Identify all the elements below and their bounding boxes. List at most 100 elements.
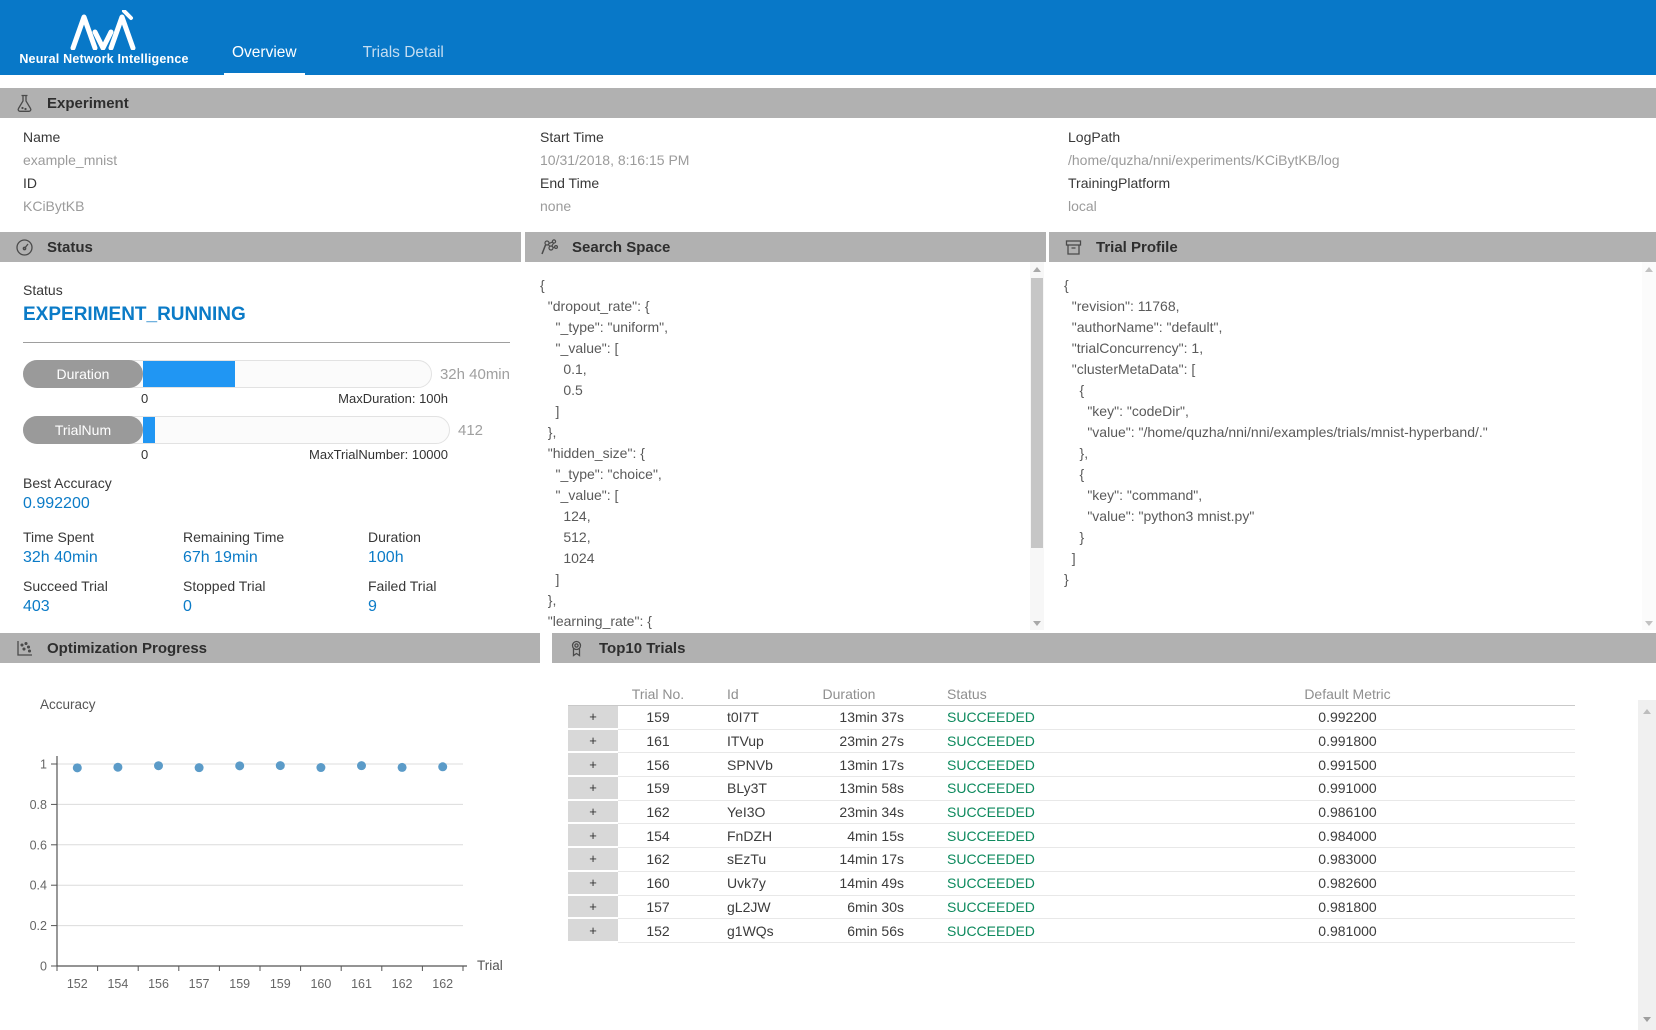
status-label: Status — [23, 282, 510, 298]
table-row: +160Uvk7y14min 49sSUCCEEDED0.982600 — [568, 872, 1575, 896]
expand-row-button[interactable]: + — [568, 753, 618, 777]
cell-status: SUCCEEDED — [908, 919, 1120, 943]
cell-trial-no: 156 — [618, 753, 698, 777]
svg-text:0.4: 0.4 — [30, 879, 47, 893]
trial-profile-section-header: Trial Profile — [1049, 232, 1656, 262]
field-label: Start Time — [540, 126, 1068, 149]
search-space-scrollbar[interactable] — [1030, 262, 1044, 630]
status-section-title: Status — [47, 239, 93, 256]
table-row: +162YeI3O23min 34sSUCCEEDED0.986100 — [568, 801, 1575, 825]
search-space-code: { "dropout_rate": { "_type": "uniform", … — [525, 262, 1046, 630]
optimization-section-title: Optimization Progress — [47, 640, 207, 657]
cell-id: gL2JW — [698, 896, 790, 920]
scroll-down-icon[interactable] — [1642, 616, 1656, 630]
progress-value: 32h 40min — [440, 366, 510, 383]
cell-trial-no: 159 — [618, 706, 698, 730]
nav-tabs: Overview Trials Detail — [224, 44, 452, 75]
tab-trials-detail[interactable]: Trials Detail — [355, 44, 452, 75]
svg-text:0.8: 0.8 — [30, 798, 47, 812]
field-value: example_mnist — [23, 149, 540, 172]
top10-table: Trial No. Id Duration Status Default Met… — [568, 683, 1575, 943]
expand-row-button[interactable]: + — [568, 706, 618, 730]
experiment-col-1: Name example_mnist ID KCiBytKB — [23, 126, 540, 232]
table-row: +162sEzTu14min 17sSUCCEEDED0.983000 — [568, 848, 1575, 872]
medal-icon — [567, 639, 586, 658]
cell-default-metric: 0.981000 — [1120, 919, 1575, 943]
experiment-col-2: Start Time 10/31/2018, 8:16:15 PM End Ti… — [540, 126, 1068, 232]
header-expand-column — [568, 683, 618, 706]
top-navigation-bar: Neural Network Intelligence Overview Tri… — [0, 0, 1656, 75]
expand-row-button[interactable]: + — [568, 801, 618, 825]
optimization-progress-panel: Optimization Progress 10.80.60.40.201521… — [0, 633, 540, 1030]
tab-overview[interactable]: Overview — [224, 44, 305, 75]
expand-row-button[interactable]: + — [568, 896, 618, 920]
svg-text:154: 154 — [107, 977, 128, 991]
cell-default-metric: 0.981800 — [1120, 896, 1575, 920]
table-row: +157gL2JW6min 30sSUCCEEDED0.981800 — [568, 896, 1575, 920]
header-id: Id — [698, 683, 790, 706]
expand-row-button[interactable]: + — [568, 777, 618, 801]
cell-status: SUCCEEDED — [908, 777, 1120, 801]
cell-id: SPNVb — [698, 753, 790, 777]
header-trial-no: Trial No. — [618, 683, 698, 706]
field-value: /home/quzha/nni/experiments/KCiBytKB/log — [1068, 149, 1656, 172]
cell-id: FnDZH — [698, 824, 790, 848]
expand-row-button[interactable]: + — [568, 730, 618, 754]
svg-text:157: 157 — [189, 977, 210, 991]
top10-section-header: Top10 Trials — [552, 633, 1656, 663]
status-panel: Status Status EXPERIMENT_RUNNING Duratio… — [0, 232, 521, 630]
cell-id: Uvk7y — [698, 872, 790, 896]
best-accuracy-value: 0.992200 — [23, 495, 510, 513]
status-value: EXPERIMENT_RUNNING — [23, 304, 510, 326]
scroll-down-icon[interactable] — [1030, 616, 1044, 630]
table-row: +154FnDZH4min 15sSUCCEEDED0.984000 — [568, 824, 1575, 848]
expand-row-button[interactable]: + — [568, 848, 618, 872]
expand-row-button[interactable]: + — [568, 872, 618, 896]
cell-default-metric: 0.986100 — [1120, 801, 1575, 825]
progress-value: 412 — [458, 422, 483, 439]
optimization-chart: 10.80.60.40.2015215415615715915916016116… — [0, 663, 540, 1023]
svg-text:0.2: 0.2 — [30, 919, 47, 933]
optimization-chart-area: 10.80.60.40.2015215415615715915916016116… — [0, 663, 540, 1030]
trial-profile-panel: Trial Profile { "revision": 11768, "auth… — [1049, 232, 1656, 630]
stat-label: Time Spent — [23, 529, 183, 545]
svg-text:162: 162 — [432, 977, 453, 991]
cell-trial-no: 159 — [618, 777, 698, 801]
search-space-section-title: Search Space — [572, 239, 670, 256]
scroll-up-icon[interactable] — [1642, 262, 1656, 276]
table-header-row: Trial No. Id Duration Status Default Met… — [568, 683, 1575, 706]
svg-text:0.6: 0.6 — [30, 838, 47, 852]
field-label: End Time — [540, 172, 1068, 195]
cell-duration: 4min 15s — [790, 824, 908, 848]
trialnum-progress-scale: 0 MaxTrialNumber: 10000 — [23, 444, 450, 463]
scrollbar-thumb[interactable] — [1031, 278, 1043, 548]
header-default-metric: Default Metric — [1120, 683, 1575, 706]
expand-row-button[interactable]: + — [568, 919, 618, 943]
svg-text:160: 160 — [310, 977, 331, 991]
scale-max: MaxTrialNumber: 10000 — [309, 447, 448, 462]
cell-default-metric: 0.991800 — [1120, 730, 1575, 754]
cell-default-metric: 0.991500 — [1120, 753, 1575, 777]
table-row: +161ITVup23min 27sSUCCEEDED0.991800 — [568, 730, 1575, 754]
scroll-up-icon[interactable] — [1638, 704, 1656, 718]
svg-text:162: 162 — [392, 977, 413, 991]
cell-default-metric: 0.982600 — [1120, 872, 1575, 896]
top10-table-body: +159t0I7T13min 37sSUCCEEDED0.992200+161I… — [568, 706, 1575, 943]
progress-fill — [143, 417, 155, 443]
search-space-panel: Search Space { "dropout_rate": { "_type"… — [525, 232, 1046, 630]
svg-text:Accuracy: Accuracy — [40, 697, 96, 712]
cell-status: SUCCEEDED — [908, 730, 1120, 754]
gauge-icon — [15, 238, 34, 257]
cell-duration: 14min 17s — [790, 848, 908, 872]
cell-default-metric: 0.983000 — [1120, 848, 1575, 872]
scale-max: MaxDuration: 100h — [338, 391, 448, 406]
scroll-down-icon[interactable] — [1638, 1012, 1656, 1026]
nni-logo-icon — [68, 10, 140, 50]
trial-profile-scrollbar[interactable] — [1642, 262, 1656, 630]
top10-scrollbar[interactable] — [1638, 700, 1656, 1030]
cell-trial-no: 162 — [618, 848, 698, 872]
scroll-up-icon[interactable] — [1030, 262, 1044, 276]
logo-title: Neural Network Intelligence — [19, 52, 188, 66]
duration-progress: Duration 32h 40min — [23, 360, 510, 388]
expand-row-button[interactable]: + — [568, 824, 618, 848]
